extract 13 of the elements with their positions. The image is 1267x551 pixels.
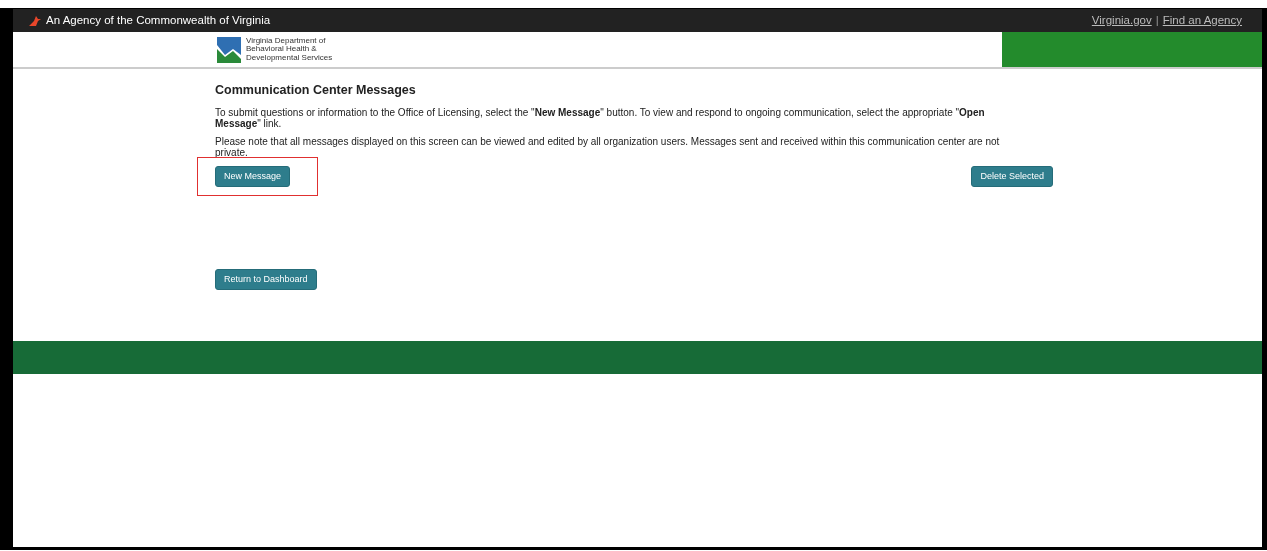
logo-icon — [215, 34, 243, 65]
logo-text: Virginia Department of Behavioral Health & Developmental Services — [246, 36, 333, 63]
info-paragraph: To submit questions or information to the Office of Licensing, select the "New Message" button. To view and respond to ongoing communication, select the appropriate "Open Message" link. — [215, 107, 986, 129]
header-link[interactable]: Find an Agency — [1162, 11, 1242, 30]
delete-selected-button[interactable]: Delete Selected — [971, 166, 1053, 187]
new-message-button[interactable]: New Message — [215, 166, 291, 187]
separator: | — [1155, 12, 1159, 28]
agency-text: An Agency of the Commonwealth of Virginia — [46, 12, 271, 28]
return-to-dashboard-button[interactable]: Return to Dashboard — [215, 268, 317, 290]
info-paragraph: Please note that all messages displayed on this screen can be viewed and edited by all organization users. Messages sent and received within this communication center are not private. — [215, 136, 1001, 158]
page-title: Communication Center Messages — [215, 83, 417, 98]
header-link[interactable]: Virginia.gov — [1091, 11, 1152, 30]
cardinal-icon — [28, 14, 42, 27]
